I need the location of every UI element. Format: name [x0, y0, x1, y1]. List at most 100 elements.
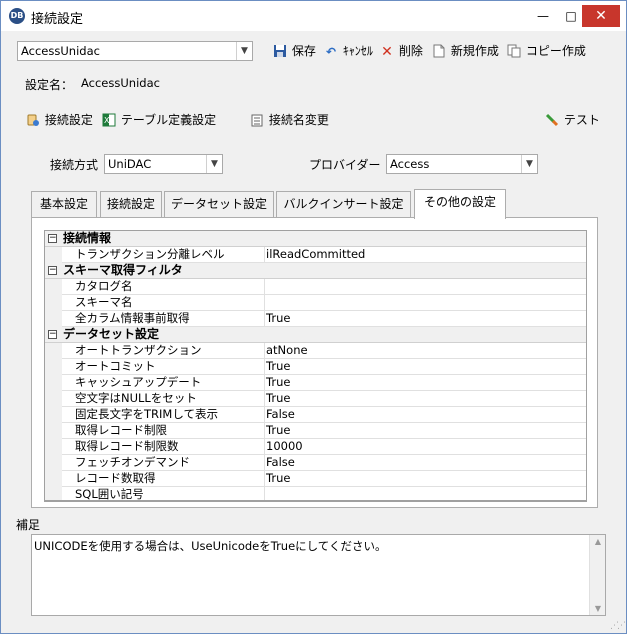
rename-connection-label: 接続名変更 [268, 113, 329, 127]
property-row[interactable]: カタログ名 [45, 279, 586, 295]
copy-button[interactable]: コピー作成 [506, 42, 586, 60]
property-value[interactable]: True [266, 375, 290, 390]
category-connection-info[interactable]: − 接続情報 [45, 231, 586, 247]
property-value[interactable]: True [266, 423, 290, 438]
property-name: スキーマ名 [75, 295, 133, 309]
collapse-icon[interactable]: − [48, 234, 57, 243]
property-name: 取得レコード制限数 [75, 439, 179, 453]
floppy-disk-icon [272, 44, 288, 60]
property-value[interactable]: True [266, 471, 290, 486]
cancel-label: ｷｬﾝｾﾙ [342, 44, 373, 58]
test-label: テスト [563, 113, 600, 127]
svg-text:X: X [104, 116, 110, 125]
property-row[interactable]: オートトランザクション atNone [45, 343, 586, 359]
connection-select[interactable]: AccessUnidac ▼ [17, 41, 253, 61]
category-label: スキーマ取得フィルタ [63, 263, 183, 277]
category-label: データセット設定 [63, 327, 160, 341]
property-grid[interactable]: − 接続情報 トランザクション分離レベル ilReadCommitted − ス… [44, 230, 587, 502]
property-row[interactable]: レコード数取得 True [45, 471, 586, 487]
property-value[interactable]: False [266, 407, 295, 422]
memo-scrollbar[interactable]: ▲ ▼ [589, 535, 605, 615]
new-document-icon [431, 44, 447, 60]
app-icon: DB [9, 8, 25, 24]
property-row[interactable]: 空文字はNULLをセット True [45, 391, 586, 407]
tab-connection-settings[interactable]: 接続設定 [100, 191, 162, 218]
delete-button[interactable]: ✕ 削除 [379, 42, 423, 60]
collapse-icon[interactable]: − [48, 266, 57, 275]
table-definition-button[interactable]: X テーブル定義設定 [101, 111, 216, 129]
property-name: トランザクション分離レベル [75, 247, 225, 261]
minimize-button[interactable]: — [528, 1, 558, 31]
provider-select[interactable]: Access ▼ [386, 154, 538, 174]
connection-settings-window: DB 接続設定 — □ ✕ AccessUnidac ▼ 保存 ↶ ｷｬﾝｾﾙ … [0, 0, 627, 634]
scroll-down-icon[interactable]: ▼ [590, 604, 606, 613]
cancel-button[interactable]: ↶ ｷｬﾝｾﾙ [323, 42, 373, 60]
provider-value: Access [390, 157, 430, 171]
link-icon [25, 113, 41, 129]
supplement-memo[interactable]: UNICODEを使用する場合は、UseUnicodeをTrueにしてください。 … [31, 534, 606, 616]
window-title: 接続設定 [31, 12, 84, 27]
category-schema-filter[interactable]: − スキーマ取得フィルタ [45, 263, 586, 279]
category-label: 接続情報 [63, 231, 112, 245]
connection-method-select[interactable]: UniDAC ▼ [104, 154, 223, 174]
collapse-icon[interactable]: − [48, 330, 57, 339]
test-plug-icon [544, 113, 560, 129]
grid-bottom-border [45, 500, 586, 501]
rename-connection-button[interactable]: 接続名変更 [249, 111, 329, 129]
copy-label: コピー作成 [525, 44, 586, 58]
property-value[interactable]: True [266, 311, 290, 326]
resize-grip-icon[interactable]: ⋰⋰ [610, 621, 626, 631]
connection-select-value: AccessUnidac [21, 44, 100, 58]
property-value[interactable]: False [266, 455, 295, 470]
property-name: オートトランザクション [75, 343, 202, 357]
new-button[interactable]: 新規作成 [431, 42, 499, 60]
chevron-down-icon[interactable]: ▼ [206, 155, 222, 173]
chevron-down-icon[interactable]: ▼ [521, 155, 537, 173]
setting-name-label: 設定名： [25, 78, 74, 92]
delete-x-icon: ✕ [381, 43, 393, 60]
test-button[interactable]: テスト [544, 111, 600, 129]
property-name: 全カラム情報事前取得 [75, 311, 190, 325]
tab-other-settings[interactable]: その他の設定 [414, 189, 506, 219]
save-button[interactable]: 保存 [272, 42, 316, 60]
connection-settings-button[interactable]: 接続設定 [25, 111, 93, 129]
spreadsheet-icon: X [101, 113, 117, 129]
new-label: 新規作成 [450, 44, 499, 58]
property-value[interactable]: True [266, 391, 290, 406]
property-name: 空文字はNULLをセット [75, 391, 197, 405]
property-row[interactable]: 取得レコード制限 True [45, 423, 586, 439]
property-row[interactable]: 固定長文字をTRIMして表示 False [45, 407, 586, 423]
title-bar: DB 接続設定 — □ ✕ [1, 1, 626, 31]
property-name: 取得レコード制限 [75, 423, 167, 437]
property-row[interactable]: フェッチオンデマンド False [45, 455, 586, 471]
property-row[interactable]: オートコミット True [45, 359, 586, 375]
property-value[interactable]: atNone [266, 343, 308, 358]
tab-panel: − 接続情報 トランザクション分離レベル ilReadCommitted − ス… [31, 217, 598, 508]
undo-icon: ↶ [325, 44, 337, 59]
property-value[interactable]: 10000 [266, 439, 303, 454]
tab-dataset-settings[interactable]: データセット設定 [164, 191, 274, 218]
save-label: 保存 [291, 44, 316, 58]
table-definition-label: テーブル定義設定 [120, 113, 217, 127]
setting-name-value: AccessUnidac [81, 76, 160, 90]
tab-bulk-insert-settings[interactable]: バルクインサート設定 [276, 191, 411, 218]
chevron-down-icon[interactable]: ▼ [236, 42, 252, 60]
connection-method-value: UniDAC [108, 157, 152, 171]
scroll-up-icon[interactable]: ▲ [590, 537, 606, 546]
property-name: キャッシュアップデート [75, 375, 202, 389]
property-row[interactable]: スキーマ名 [45, 295, 586, 311]
property-name: カタログ名 [75, 279, 133, 293]
property-row[interactable]: 全カラム情報事前取得 True [45, 311, 586, 327]
property-value[interactable]: ilReadCommitted [266, 247, 365, 262]
close-button[interactable]: ✕ [582, 5, 620, 27]
property-name: フェッチオンデマンド [75, 455, 190, 469]
property-value[interactable]: True [266, 359, 290, 374]
copy-icon [506, 44, 522, 60]
tab-basic-settings[interactable]: 基本設定 [31, 191, 97, 218]
property-row[interactable]: 取得レコード制限数 10000 [45, 439, 586, 455]
property-row[interactable]: キャッシュアップデート True [45, 375, 586, 391]
property-row[interactable]: トランザクション分離レベル ilReadCommitted [45, 247, 586, 263]
category-dataset-settings[interactable]: − データセット設定 [45, 327, 586, 343]
provider-label: プロバイダー [309, 158, 381, 172]
property-name: レコード数取得 [75, 471, 156, 485]
